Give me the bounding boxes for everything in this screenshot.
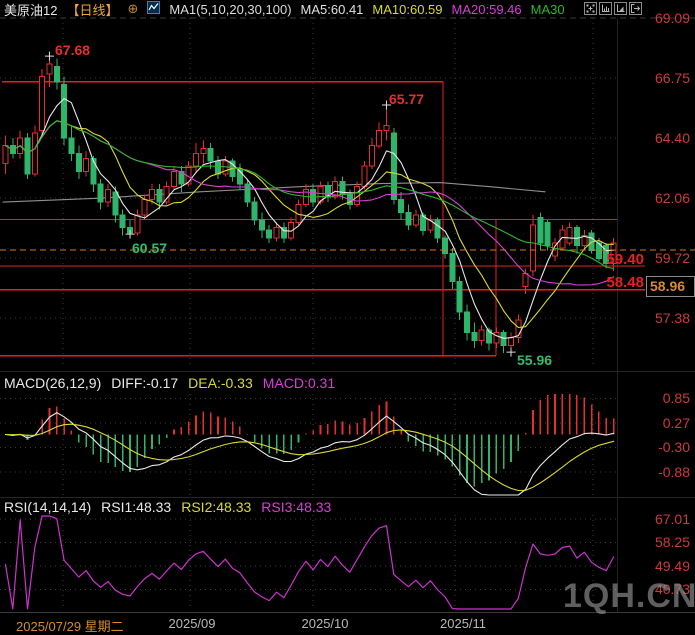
rsi-header: RSI(14,14,14) RSI1:48.33 RSI2:48.33 RSI3… bbox=[4, 499, 331, 515]
rsi2-value: RSI2:48.33 bbox=[181, 499, 251, 515]
macd-header: MACD(26,12,9) DIFF:-0.17 DEA:-0.33 MACD:… bbox=[4, 375, 335, 391]
axis-tick-label: -0.88 bbox=[618, 464, 690, 480]
period-label[interactable]: 【日线】 bbox=[66, 0, 118, 19]
axis-tick-label: 49.49 bbox=[618, 558, 690, 574]
ma-settings-label: MA1(5,10,20,30,100) bbox=[169, 2, 291, 17]
rsi1-value: RSI1:48.33 bbox=[101, 499, 171, 515]
rsi-title: RSI(14,14,14) bbox=[4, 499, 91, 515]
hline-price-label-1: 59.40 bbox=[598, 251, 644, 268]
panel-collapse-icon[interactable] bbox=[629, 2, 642, 15]
axis-tick-label: 66.75 bbox=[618, 70, 690, 86]
chart-header-bar: 美原油12 【日线】 ⊕ MA1(5,10,20,30,100) MA5:60.… bbox=[4, 1, 565, 17]
extreme-cross-marker bbox=[45, 52, 54, 61]
macd-macd-value: MACD:0.31 bbox=[263, 375, 335, 391]
high-price-label-2: 65.77 bbox=[389, 91, 424, 107]
macd-title: MACD(26,12,9) bbox=[4, 375, 101, 391]
axis-tick-label: 40.73 bbox=[618, 581, 690, 597]
rsi3-value: RSI3:48.33 bbox=[261, 499, 331, 515]
hline-price-label-2: 58.48 bbox=[598, 274, 644, 291]
last-price-badge: 58.96 bbox=[646, 276, 695, 297]
high-price-label-1: 67.68 bbox=[55, 42, 90, 58]
chart-canvas[interactable] bbox=[0, 0, 695, 633]
axis-tick-label: 62.06 bbox=[618, 190, 690, 206]
ma30-value: MA30 bbox=[531, 2, 565, 17]
low-price-label-2: 55.96 bbox=[517, 352, 552, 368]
axis-tick-label: 57.38 bbox=[618, 310, 690, 326]
date-label: 2025/10 bbox=[302, 616, 349, 631]
chart-pointer-icon[interactable] bbox=[614, 2, 627, 15]
macd-dea-value: DEA:-0.33 bbox=[188, 375, 253, 391]
ma10-value: MA10:60.59 bbox=[372, 2, 442, 17]
axis-tick-label: 0.27 bbox=[618, 415, 690, 431]
extreme-cross-marker bbox=[126, 230, 135, 239]
axis-tick-label: 0.85 bbox=[618, 390, 690, 406]
trading-app-window: { "header": { "symbol": "美原油12", "period… bbox=[0, 0, 695, 633]
grid-dots-icon[interactable] bbox=[584, 2, 597, 15]
date-label-highlighted: 2025/07/29 星期二 bbox=[13, 616, 127, 635]
kline-chart-icon[interactable] bbox=[147, 1, 160, 17]
axis-tick-label: 67.01 bbox=[618, 511, 690, 527]
chart-toolbar bbox=[584, 2, 642, 15]
date-label: 2025/11 bbox=[440, 616, 486, 631]
date-label: 2025/09 bbox=[169, 616, 216, 631]
ma20-value: MA20:59.46 bbox=[452, 2, 522, 17]
macd-diff-value: DIFF:-0.17 bbox=[111, 375, 178, 391]
ma5-value: MA5:60.41 bbox=[301, 2, 364, 17]
chart-axis-icon[interactable] bbox=[599, 2, 612, 15]
add-indicator-icon[interactable]: ⊕ bbox=[127, 1, 138, 17]
symbol-name: 美原油12 bbox=[4, 0, 57, 19]
axis-tick-label: 58.25 bbox=[618, 534, 690, 550]
extreme-cross-marker bbox=[506, 348, 515, 357]
axis-tick-label: 64.40 bbox=[618, 130, 690, 146]
low-price-label-1: 60.57 bbox=[132, 240, 167, 256]
axis-tick-label: -0.30 bbox=[618, 439, 690, 455]
